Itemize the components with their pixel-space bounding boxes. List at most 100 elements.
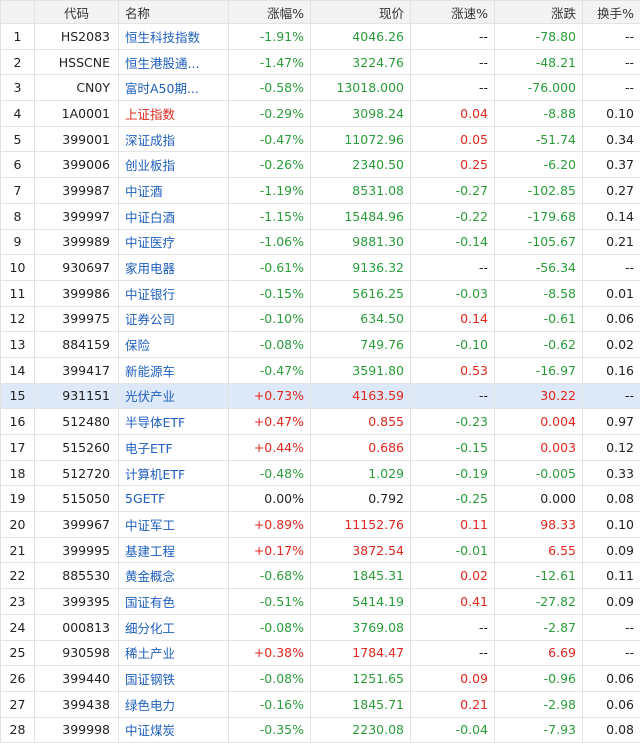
- row-index: 20: [1, 512, 35, 538]
- row-name: 国证钢铁: [119, 666, 229, 692]
- row-code: CN0Y: [35, 75, 119, 101]
- row-turnover: 0.06: [583, 691, 640, 717]
- row-change-percent: 0.00%: [229, 486, 311, 512]
- table-row[interactable]: 195150505GETF0.00%0.792-0.250.0000.08: [1, 486, 640, 512]
- row-turnover: 0.97: [583, 409, 640, 435]
- row-speed: 0.41: [411, 589, 495, 615]
- row-name: 细分化工: [119, 614, 229, 640]
- row-change-percent: -0.58%: [229, 75, 311, 101]
- row-code: 399440: [35, 666, 119, 692]
- table-row[interactable]: 3CN0Y富时A50期...-0.58%13018.000---76.000--: [1, 75, 640, 101]
- column-header-change-percent[interactable]: 涨幅%: [229, 1, 311, 24]
- column-header-speed[interactable]: 涨速%: [411, 1, 495, 24]
- row-change-percent: -0.47%: [229, 357, 311, 383]
- row-price: 749.76: [311, 332, 411, 358]
- row-index: 5: [1, 126, 35, 152]
- table-row[interactable]: 18512720计算机ETF-0.48%1.029-0.19-0.0050.33: [1, 460, 640, 486]
- table-row[interactable]: 10930697家用电器-0.61%9136.32---56.34--: [1, 255, 640, 281]
- row-code: 512720: [35, 460, 119, 486]
- row-speed: --: [411, 255, 495, 281]
- row-price: 0.792: [311, 486, 411, 512]
- row-change-percent: -0.61%: [229, 255, 311, 281]
- table-row[interactable]: 1HS2083恒生科技指数-1.91%4046.26---78.80--: [1, 24, 640, 50]
- table-row[interactable]: 12399975证券公司-0.10%634.500.14-0.610.06: [1, 306, 640, 332]
- row-name: 创业板指: [119, 152, 229, 178]
- table-row[interactable]: 8399997中证白酒-1.15%15484.96-0.22-179.680.1…: [1, 203, 640, 229]
- table-row[interactable]: 15931151光伏产业+0.73%4163.59--30.22--: [1, 383, 640, 409]
- row-change: -105.67: [495, 229, 583, 255]
- row-change: -16.97: [495, 357, 583, 383]
- row-speed: --: [411, 640, 495, 666]
- column-header-turnover[interactable]: 换手%: [583, 1, 640, 24]
- row-turnover: 0.08: [583, 486, 640, 512]
- row-price: 8531.08: [311, 178, 411, 204]
- row-turnover: 0.06: [583, 306, 640, 332]
- table-row[interactable]: 5399001深证成指-0.47%11072.960.05-51.740.34: [1, 126, 640, 152]
- row-speed: -0.19: [411, 460, 495, 486]
- table-row[interactable]: 28399998中证煤炭-0.35%2230.08-0.04-7.930.08: [1, 717, 640, 743]
- row-name: 恒生港股通...: [119, 49, 229, 75]
- table-row[interactable]: 25930598稀土产业+0.38%1784.47--6.69--: [1, 640, 640, 666]
- table-row[interactable]: 7399987中证酒-1.19%8531.08-0.27-102.850.27: [1, 178, 640, 204]
- column-header-index[interactable]: [1, 1, 35, 24]
- row-name: 中证酒: [119, 178, 229, 204]
- row-code: 930697: [35, 255, 119, 281]
- quote-table: 代码 名称 涨幅% 现价 涨速% 涨跌 换手% 1HS2083恒生科技指数-1.…: [0, 0, 640, 743]
- table-row[interactable]: 41A0001上证指数-0.29%3098.240.04-8.880.10: [1, 101, 640, 127]
- table-row[interactable]: 17515260电子ETF+0.44%0.686-0.150.0030.12: [1, 435, 640, 461]
- row-change-percent: -0.51%: [229, 589, 311, 615]
- row-change-percent: -0.29%: [229, 101, 311, 127]
- row-code: HS2083: [35, 24, 119, 50]
- row-speed: -0.23: [411, 409, 495, 435]
- table-row[interactable]: 16512480半导体ETF+0.47%0.855-0.230.0040.97: [1, 409, 640, 435]
- row-turnover: --: [583, 255, 640, 281]
- row-change-percent: -0.08%: [229, 666, 311, 692]
- row-change: -48.21: [495, 49, 583, 75]
- row-turnover: 0.08: [583, 717, 640, 743]
- table-row[interactable]: 26399440国证钢铁-0.08%1251.650.09-0.960.06: [1, 666, 640, 692]
- row-speed: 0.53: [411, 357, 495, 383]
- column-header-change[interactable]: 涨跌: [495, 1, 583, 24]
- table-row[interactable]: 14399417新能源车-0.47%3591.800.53-16.970.16: [1, 357, 640, 383]
- table-row[interactable]: 22885530黄金概念-0.68%1845.310.02-12.610.11: [1, 563, 640, 589]
- table-row[interactable]: 24000813细分化工-0.08%3769.08---2.87--: [1, 614, 640, 640]
- row-speed: --: [411, 24, 495, 50]
- row-speed: -0.10: [411, 332, 495, 358]
- row-change: -0.61: [495, 306, 583, 332]
- column-header-code[interactable]: 代码: [35, 1, 119, 24]
- row-price: 634.50: [311, 306, 411, 332]
- table-row[interactable]: 20399967中证军工+0.89%11152.760.1198.330.10: [1, 512, 640, 538]
- row-code: 000813: [35, 614, 119, 640]
- row-index: 13: [1, 332, 35, 358]
- table-row[interactable]: 9399989中证医疗-1.06%9881.30-0.14-105.670.21: [1, 229, 640, 255]
- row-change-percent: -0.15%: [229, 280, 311, 306]
- row-turnover: 0.21: [583, 229, 640, 255]
- table-header-row: 代码 名称 涨幅% 现价 涨速% 涨跌 换手%: [1, 1, 640, 24]
- row-name: 保险: [119, 332, 229, 358]
- row-change: -7.93: [495, 717, 583, 743]
- table-row[interactable]: 21399995基建工程+0.17%3872.54-0.016.550.09: [1, 537, 640, 563]
- table-row[interactable]: 6399006创业板指-0.26%2340.500.25-6.200.37: [1, 152, 640, 178]
- row-code: 399006: [35, 152, 119, 178]
- row-name: 国证有色: [119, 589, 229, 615]
- row-index: 19: [1, 486, 35, 512]
- row-price: 0.855: [311, 409, 411, 435]
- row-turnover: 0.10: [583, 101, 640, 127]
- table-row[interactable]: 27399438绿色电力-0.16%1845.710.21-2.980.06: [1, 691, 640, 717]
- table-row[interactable]: 11399986中证银行-0.15%5616.25-0.03-8.580.01: [1, 280, 640, 306]
- row-index: 15: [1, 383, 35, 409]
- column-header-price[interactable]: 现价: [311, 1, 411, 24]
- row-change: 98.33: [495, 512, 583, 538]
- row-change-percent: -1.91%: [229, 24, 311, 50]
- row-name: 稀土产业: [119, 640, 229, 666]
- table-row[interactable]: 13884159保险-0.08%749.76-0.10-0.620.02: [1, 332, 640, 358]
- row-change-percent: +0.17%: [229, 537, 311, 563]
- column-header-name[interactable]: 名称: [119, 1, 229, 24]
- row-change-percent: -0.10%: [229, 306, 311, 332]
- row-name: 黄金概念: [119, 563, 229, 589]
- row-code: 1A0001: [35, 101, 119, 127]
- table-row[interactable]: 2HSSCNE恒生港股通...-1.47%3224.76---48.21--: [1, 49, 640, 75]
- row-speed: -0.15: [411, 435, 495, 461]
- table-row[interactable]: 23399395国证有色-0.51%5414.190.41-27.820.09: [1, 589, 640, 615]
- row-price: 4046.26: [311, 24, 411, 50]
